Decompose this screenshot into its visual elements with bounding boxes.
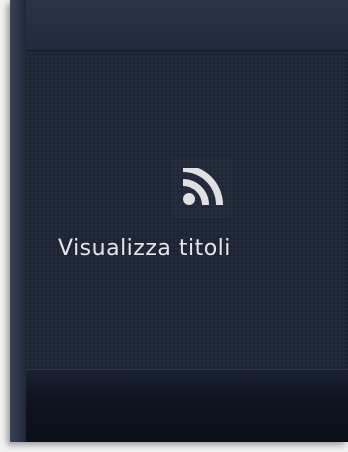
bottom-bar xyxy=(26,369,348,442)
top-bar xyxy=(10,0,348,51)
rss-feed-icon[interactable] xyxy=(172,158,232,218)
view-headlines-label[interactable]: Visualizza titoli xyxy=(58,236,348,261)
app-window: Visualizza titoli xyxy=(10,0,348,442)
left-edge xyxy=(10,0,26,442)
